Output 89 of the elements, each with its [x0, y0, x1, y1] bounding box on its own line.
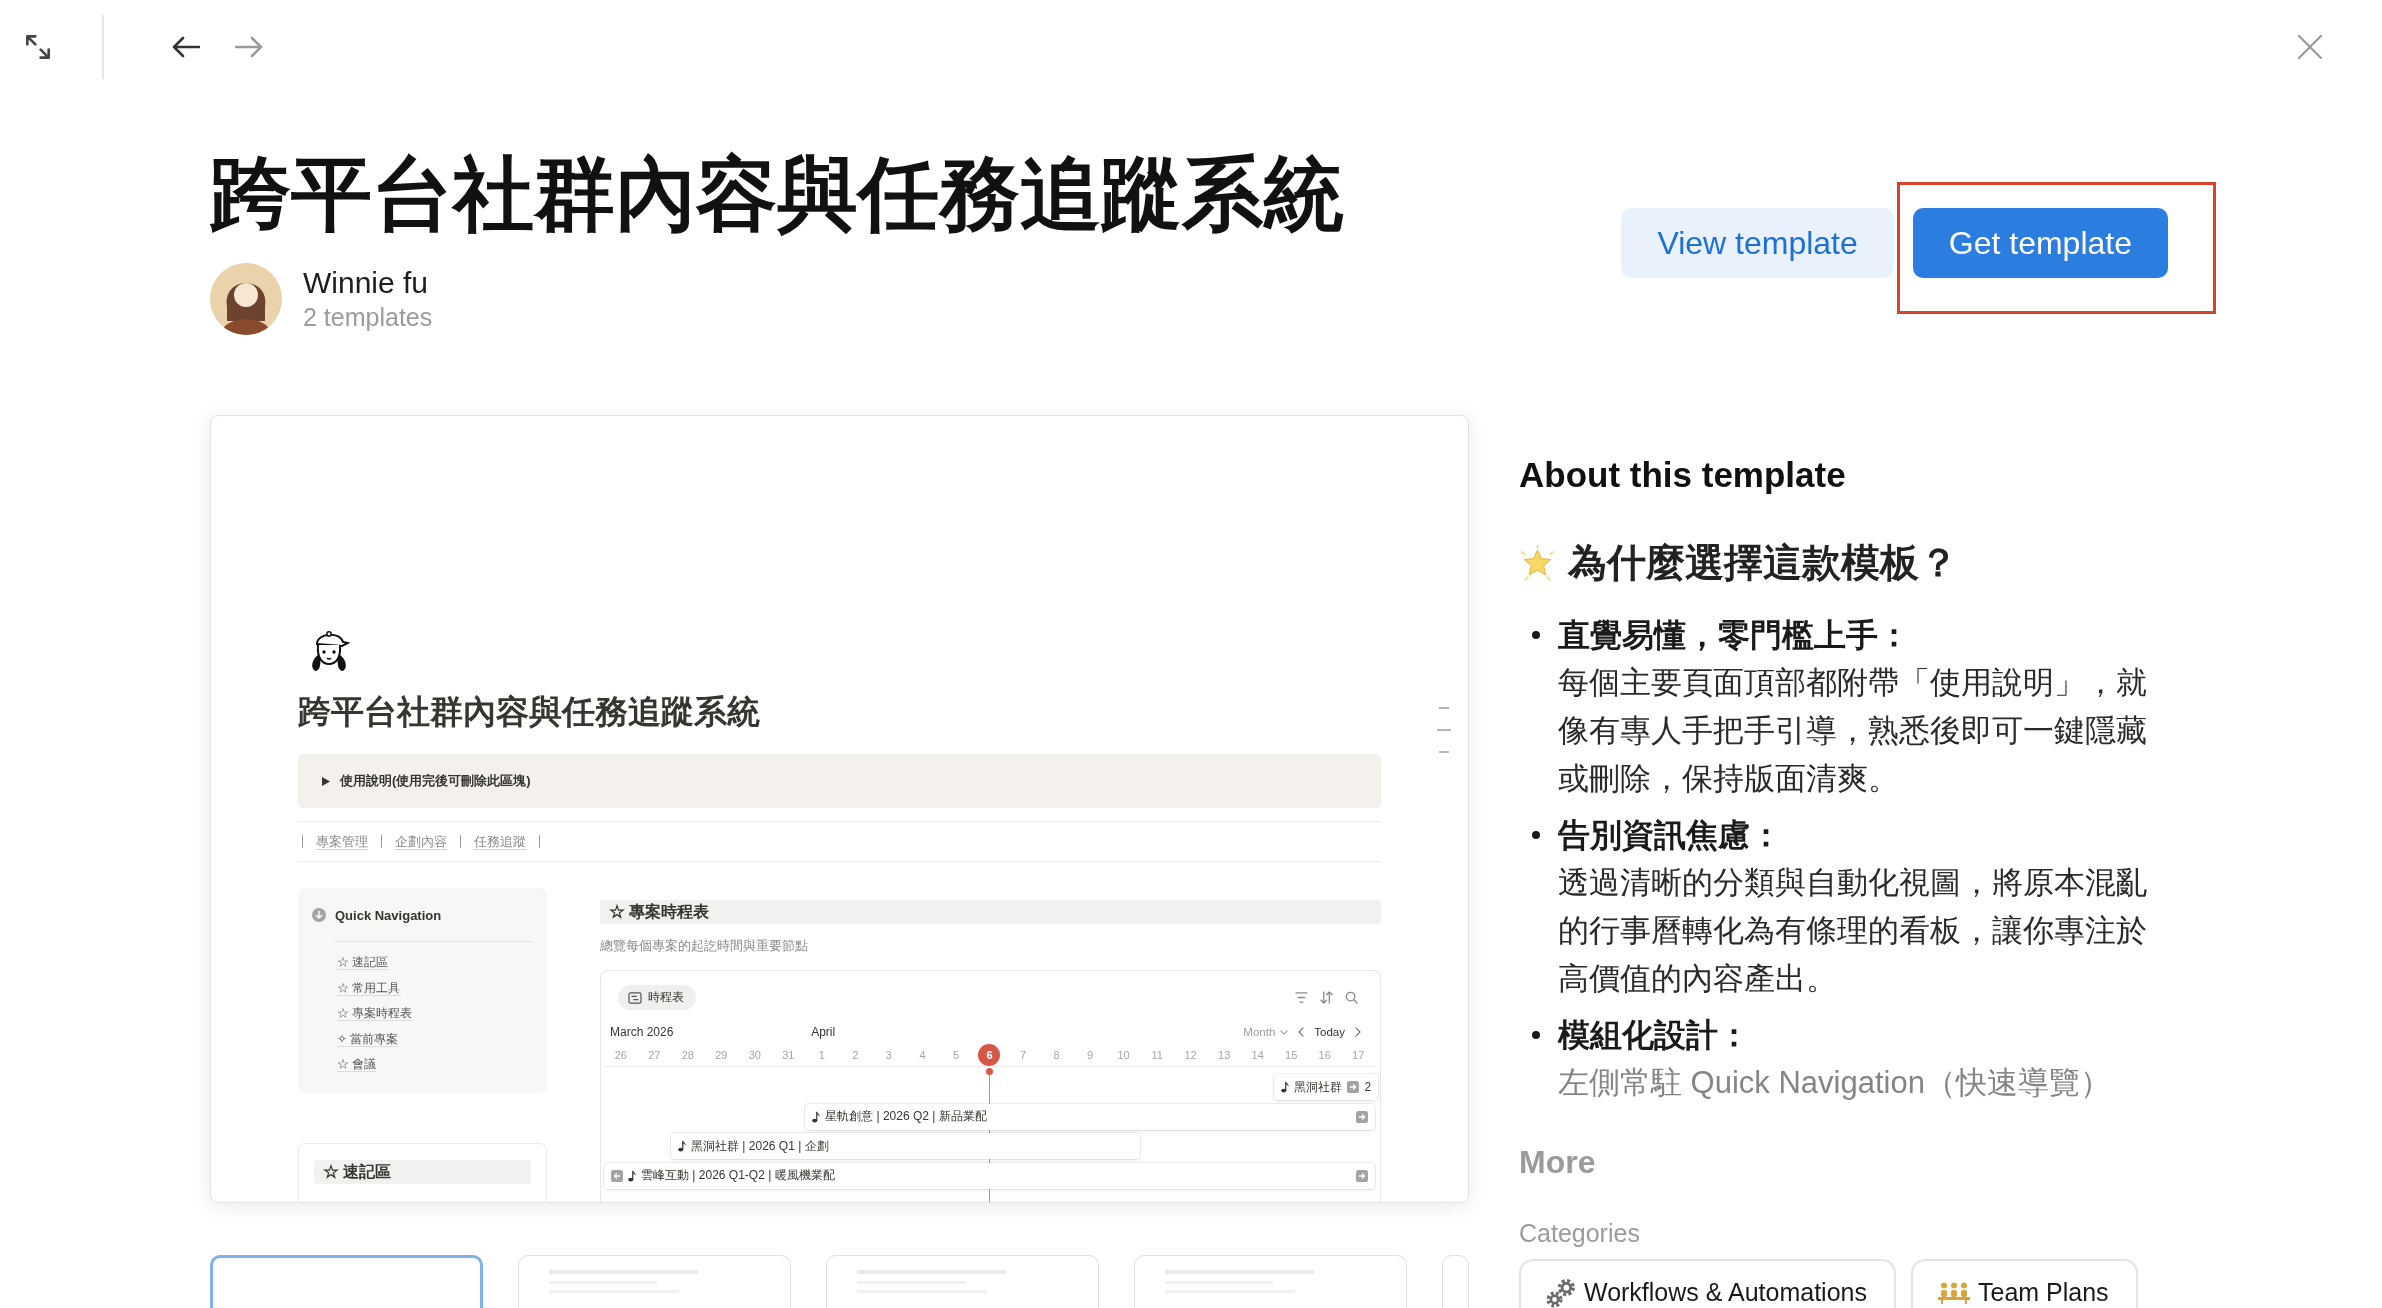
date-label: 26: [614, 1048, 627, 1063]
card-title: Quick Navigation: [335, 907, 442, 923]
date-label: 16: [1318, 1048, 1331, 1063]
date-label: 8: [1053, 1048, 1060, 1063]
date-label: 1: [818, 1048, 825, 1063]
page-link[interactable]: 專案管理: [316, 832, 368, 851]
timeline-bar[interactable]: 雲峰互動 | 2026 Q1-Q2 | 暖風機業配: [604, 1162, 1375, 1189]
today-date: 6: [978, 1044, 1001, 1066]
date-label: 5: [952, 1048, 960, 1063]
right-arrow-icon[interactable]: [1356, 1110, 1368, 1123]
point-title: 模組化設計：: [1558, 1016, 1750, 1055]
point-text: 左側常駐 Quick Navigation（快速導覽）: [1558, 1064, 2111, 1102]
point-text: 每個主要頁面頂部都附帶「使用說明」，就像有專人手把手引導，熟悉後即可一鍵隱藏或刪除，保持版面清爽。: [1558, 664, 2148, 798]
section-heading: ☆ 速記區: [314, 1160, 531, 1184]
page-link[interactable]: 任務追蹤: [474, 832, 526, 851]
date-label: 7: [1019, 1048, 1027, 1063]
date-label: 10: [1117, 1048, 1130, 1063]
about-heading: About this template: [1519, 455, 1846, 495]
section-subheading: 為什麼選擇這款模板？: [1568, 541, 1958, 585]
right-arrow-icon[interactable]: [1356, 1169, 1368, 1182]
date-label: 31: [782, 1048, 795, 1063]
back-arrow-icon[interactable]: [172, 35, 200, 59]
search-icon[interactable]: [1345, 991, 1358, 1004]
filter-icon[interactable]: [1295, 991, 1308, 1004]
music-note-icon: [1281, 1081, 1290, 1093]
preview-page-title: 跨平台社群內容與任務追蹤系統: [298, 692, 760, 732]
bullet-icon: [1532, 1031, 1540, 1039]
author-template-count: 2 templates: [303, 302, 433, 333]
date-label: 14: [1251, 1048, 1264, 1063]
expand-icon[interactable]: [26, 35, 50, 59]
point-text: 透過清晰的分類與自動化視圖，將原本混亂的行事曆轉化為有條理的看板，讓你專注於高價值的內容產出。: [1558, 864, 2148, 998]
secondary-button[interactable]: View template: [1621, 208, 1894, 278]
category-chip[interactable]: Team Plans: [1911, 1259, 2138, 1308]
bullet-icon: [1532, 831, 1540, 839]
callout-text: 使用說明(使用完後可刪除此區塊): [340, 772, 531, 790]
date-label: 12: [1184, 1048, 1197, 1063]
date-label: 27: [648, 1048, 661, 1063]
bullet-icon: [1532, 631, 1540, 639]
date-label: 17: [1352, 1048, 1365, 1063]
date-label: 15: [1285, 1048, 1298, 1063]
timeline-bar[interactable]: 黑洞社群 2: [1274, 1074, 1379, 1100]
date-label: 2: [852, 1048, 859, 1063]
page-link[interactable]: ☆ 速記區: [337, 953, 389, 971]
page-title: 跨平台社群內容與任務追蹤系統: [210, 148, 1344, 241]
page-link[interactable]: ✧ 當前專案: [337, 1029, 399, 1048]
down-arrow-circle-icon: [312, 908, 326, 922]
outline-lines-icon[interactable]: [1437, 707, 1451, 753]
primary-button[interactable]: Get template: [1912, 208, 2168, 278]
section-heading: ☆ 專案時程表: [600, 900, 1381, 924]
month-label: April: [810, 1025, 836, 1039]
page-link[interactable]: ☆ 會議: [337, 1055, 377, 1073]
music-note-icon: [628, 1169, 636, 1182]
point-title: 告別資訊焦慮：: [1558, 816, 1782, 855]
date-label: 28: [681, 1048, 694, 1063]
date-label: 3: [885, 1048, 892, 1063]
page-link[interactable]: ☆ 專案時程表: [337, 1004, 413, 1022]
date-label: 13: [1218, 1048, 1231, 1063]
date-label: 9: [1087, 1048, 1094, 1063]
team-icon: [1938, 1282, 1970, 1304]
chevron-left-icon[interactable]: [1298, 1027, 1305, 1037]
left-arrow-icon[interactable]: [611, 1169, 623, 1182]
gears-icon: [1546, 1278, 1576, 1308]
page-link[interactable]: ☆ 常用工具: [337, 978, 401, 997]
close-icon[interactable]: [2297, 34, 2323, 60]
today-button[interactable]: Today: [1314, 1026, 1345, 1038]
date-label: 29: [715, 1048, 728, 1063]
toggle-triangle-icon[interactable]: [322, 776, 330, 786]
view-tab[interactable]: 時程表: [618, 985, 696, 1010]
point-title: 直覺易懂，零門檻上手：: [1558, 616, 1910, 655]
month-label: March 2026: [609, 1025, 674, 1039]
timeline-view-icon: [628, 991, 642, 1004]
date-label: 4: [919, 1048, 926, 1063]
sort-icon[interactable]: [1320, 991, 1333, 1004]
page-link[interactable]: 企劃內容: [395, 832, 447, 851]
timeline-bar[interactable]: 黑洞社群 | 2026 Q1 | 企劃: [671, 1133, 1141, 1159]
music-note-icon: [678, 1140, 687, 1152]
chevron-down-icon: [1280, 1029, 1289, 1035]
right-arrow-icon[interactable]: [1347, 1081, 1360, 1093]
categories-label: Categories: [1519, 1218, 1640, 1248]
glowing-star-icon: [1519, 544, 1556, 582]
author-name[interactable]: Winnie fu: [303, 265, 429, 301]
music-note-icon: [812, 1110, 821, 1123]
date-label: 30: [748, 1048, 761, 1063]
chevron-right-icon[interactable]: [1355, 1027, 1361, 1037]
timeline-bar[interactable]: 星軌創意 | 2026 Q2 | 新品業配: [805, 1103, 1375, 1130]
category-chip[interactable]: Workflows & Automations: [1519, 1259, 1896, 1308]
section-description: 總覽每個專案的起訖時間與重要節點: [600, 937, 808, 955]
date-label: 11: [1151, 1048, 1163, 1063]
page-thumbnail[interactable]: [210, 1255, 483, 1308]
